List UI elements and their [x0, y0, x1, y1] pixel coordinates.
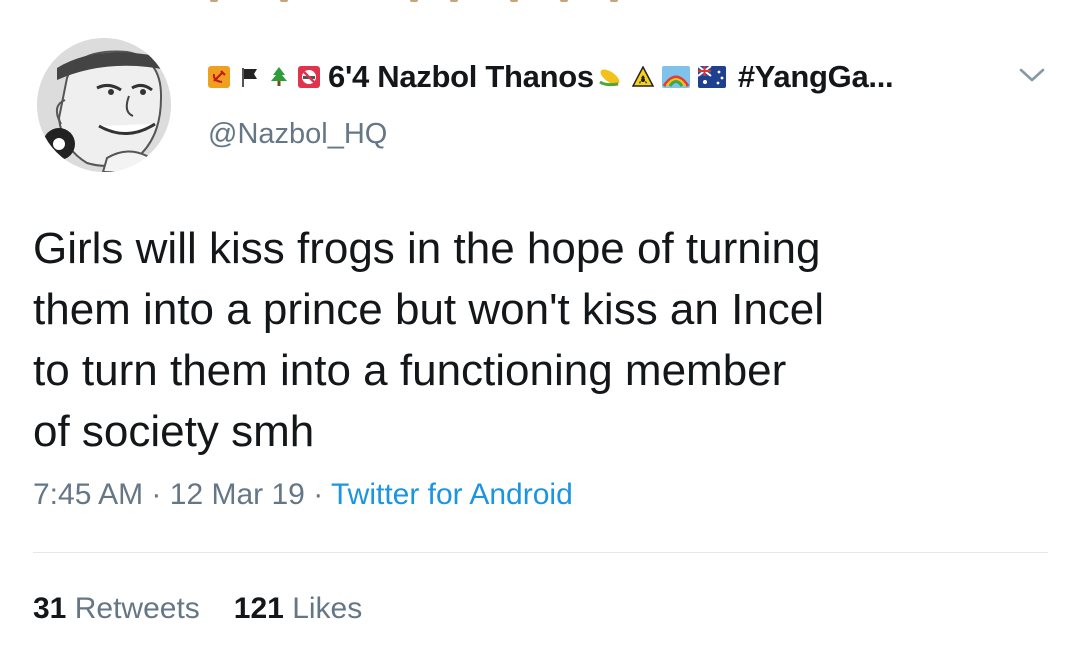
meta-separator: ·: [313, 478, 324, 511]
australia-flag-icon: [697, 66, 726, 88]
display-name-tail: #YangGa...: [737, 59, 894, 94]
tweet-source-link[interactable]: Twitter for Android: [331, 478, 573, 511]
avatar[interactable]: [37, 38, 171, 172]
likes-count: 121: [233, 592, 284, 625]
retweets-label: Retweets: [74, 592, 200, 625]
tree-icon: [271, 67, 287, 86]
display-name: 6'4 Nazbol Thanos: [328, 59, 594, 94]
likes-label: Likes: [292, 592, 363, 625]
retweets-count: 31: [33, 592, 67, 625]
hammer-sickle-icon: [208, 66, 230, 88]
tweet-text: Girls will kiss frogs in the hope of tur…: [33, 224, 825, 456]
black-flag-icon: [242, 68, 257, 87]
retweets-stat[interactable]: 31 Retweets: [33, 592, 200, 625]
radioactive-icon: [631, 66, 654, 87]
corn-icon: [598, 69, 620, 87]
tweet-time[interactable]: 7:45 AM: [33, 478, 143, 511]
likes-stat[interactable]: 121 Likes: [234, 592, 362, 625]
tweet-stats: 31 Retweets 121 Likes: [33, 592, 362, 626]
tweet-date[interactable]: 12 Mar 19: [170, 478, 305, 511]
tweet-meta: 7:45 AM · 12 Mar 19 · Twitter for Androi…: [33, 478, 573, 512]
display-name-row[interactable]: 6'4 Nazbol Thanos #YangGa...: [208, 52, 1008, 102]
avatar-image: [37, 38, 171, 172]
no-smoking-icon: [298, 66, 320, 88]
meta-separator: ·: [151, 478, 162, 511]
user-handle[interactable]: @Nazbol_HQ: [208, 118, 387, 151]
chevron-down-icon[interactable]: [1018, 64, 1046, 86]
divider: [33, 552, 1048, 553]
rainbow-icon: [661, 66, 690, 88]
cropped-previous-content: [210, 0, 630, 6]
